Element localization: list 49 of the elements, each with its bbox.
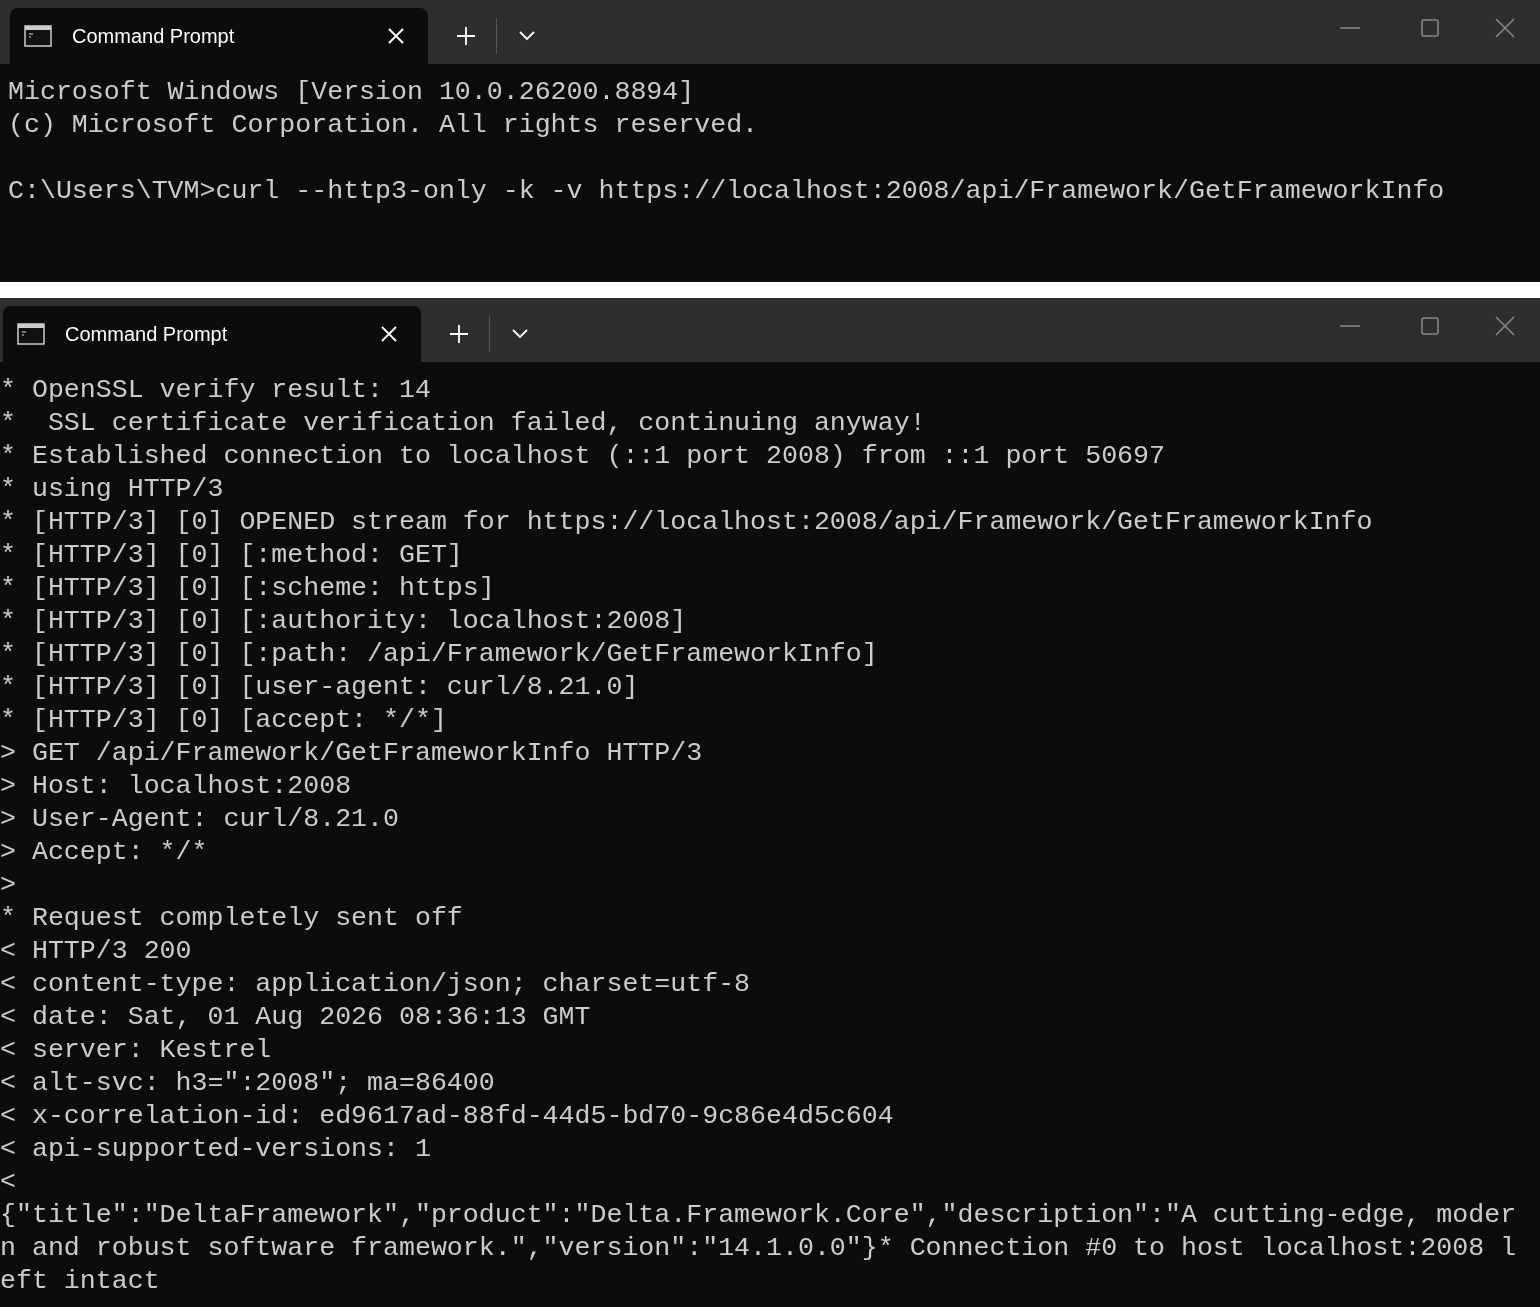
terminal-line: * SSL certificate verification failed, continuing anyway! [0,407,926,440]
plus-icon [449,324,469,344]
terminal-line: * [HTTP/3] [0] [accept: */*] [0,704,447,737]
chevron-down-icon [512,329,528,339]
close-icon [1495,316,1515,336]
terminal-line: < alt-svc: h3=":2008"; ma=86400 [0,1067,495,1100]
terminal-line: > GET /api/Framework/GetFrameworkInfo HTTP/3 [0,737,703,770]
tab[interactable]: Command Prompt [10,8,428,64]
terminal-line: < x-correlation-id: ed9617ad-88fd-44d5-bd70-9c86e4d5c604 [0,1100,894,1133]
terminal-line: {"title":"DeltaFramework","product":"Delta.Framework.Core","description":"A cutting-edge, moder [0,1199,1517,1232]
tab-title: Command Prompt [65,322,229,347]
minimize-icon [1340,27,1360,29]
minimize-icon [1340,325,1360,327]
terminal-line: < content-type: application/json; charset=utf-8 [0,968,751,1001]
terminal-line: * [HTTP/3] [0] [:path: /api/Framework/GetFrameworkInfo] [0,638,878,671]
terminal-line: * OpenSSL verify result: 14 [0,374,431,407]
terminal-line: Microsoft Windows [Version 10.0.26200.8894] [8,76,695,109]
close-icon [387,27,405,45]
tab[interactable]: Command Prompt [3,306,421,362]
terminal-line: * [HTTP/3] [0] [user-agent: curl/8.21.0] [0,671,639,704]
terminal-line: * using HTTP/3 [0,473,224,506]
terminal-line: * [HTTP/3] [0] [:authority: localhost:2008] [0,605,687,638]
terminal-line: < api-supported-versions: 1 [0,1133,431,1166]
terminal-line: * [HTTP/3] [0] [:scheme: https] [0,572,495,605]
terminal-icon [17,323,45,345]
chevron-down-icon [519,31,535,41]
terminal-line: < date: Sat, 01 Aug 2026 08:36:13 GMT [0,1001,591,1034]
terminal-line: * Established connection to localhost (::1 port 2008) from ::1 port 50697 [0,440,1165,473]
terminal-line: > Accept: */* [0,836,208,869]
close-icon [380,325,398,343]
terminal-line: > Host: localhost:2008 [0,770,352,803]
terminal-line: * [HTTP/3] [0] [:method: GET] [0,539,463,572]
terminal-line: < HTTP/3 200 [0,935,192,968]
terminal-line: (c) Microsoft Corporation. All rights reserved. [8,109,759,142]
terminal-line: n and robust software framework.","version":"14.1.0.0"}* Connection #0 to host localhost:2008 l [0,1232,1517,1265]
tab-title: Command Prompt [72,24,236,49]
terminal-line: < [0,1166,16,1199]
close-icon [1495,18,1515,38]
maximize-icon [1421,19,1439,37]
terminal-line: > [0,869,16,902]
plus-icon [456,26,476,46]
terminal-icon [24,25,52,47]
maximize-icon [1421,317,1439,335]
terminal-line: C:\Users\TVM>curl --http3-only -k -v https://localhost:2008/api/Framework/GetFrameworkInfo [8,175,1445,208]
terminal-line: * Request completely sent off [0,902,463,935]
terminal-line: > User-Agent: curl/8.21.0 [0,803,399,836]
terminal-line: < server: Kestrel [0,1034,272,1067]
terminal-line: eft intact [0,1265,160,1298]
terminal-line: * [HTTP/3] [0] OPENED stream for https://localhost:2008/api/Framework/GetFrameworkInfo [0,506,1373,539]
